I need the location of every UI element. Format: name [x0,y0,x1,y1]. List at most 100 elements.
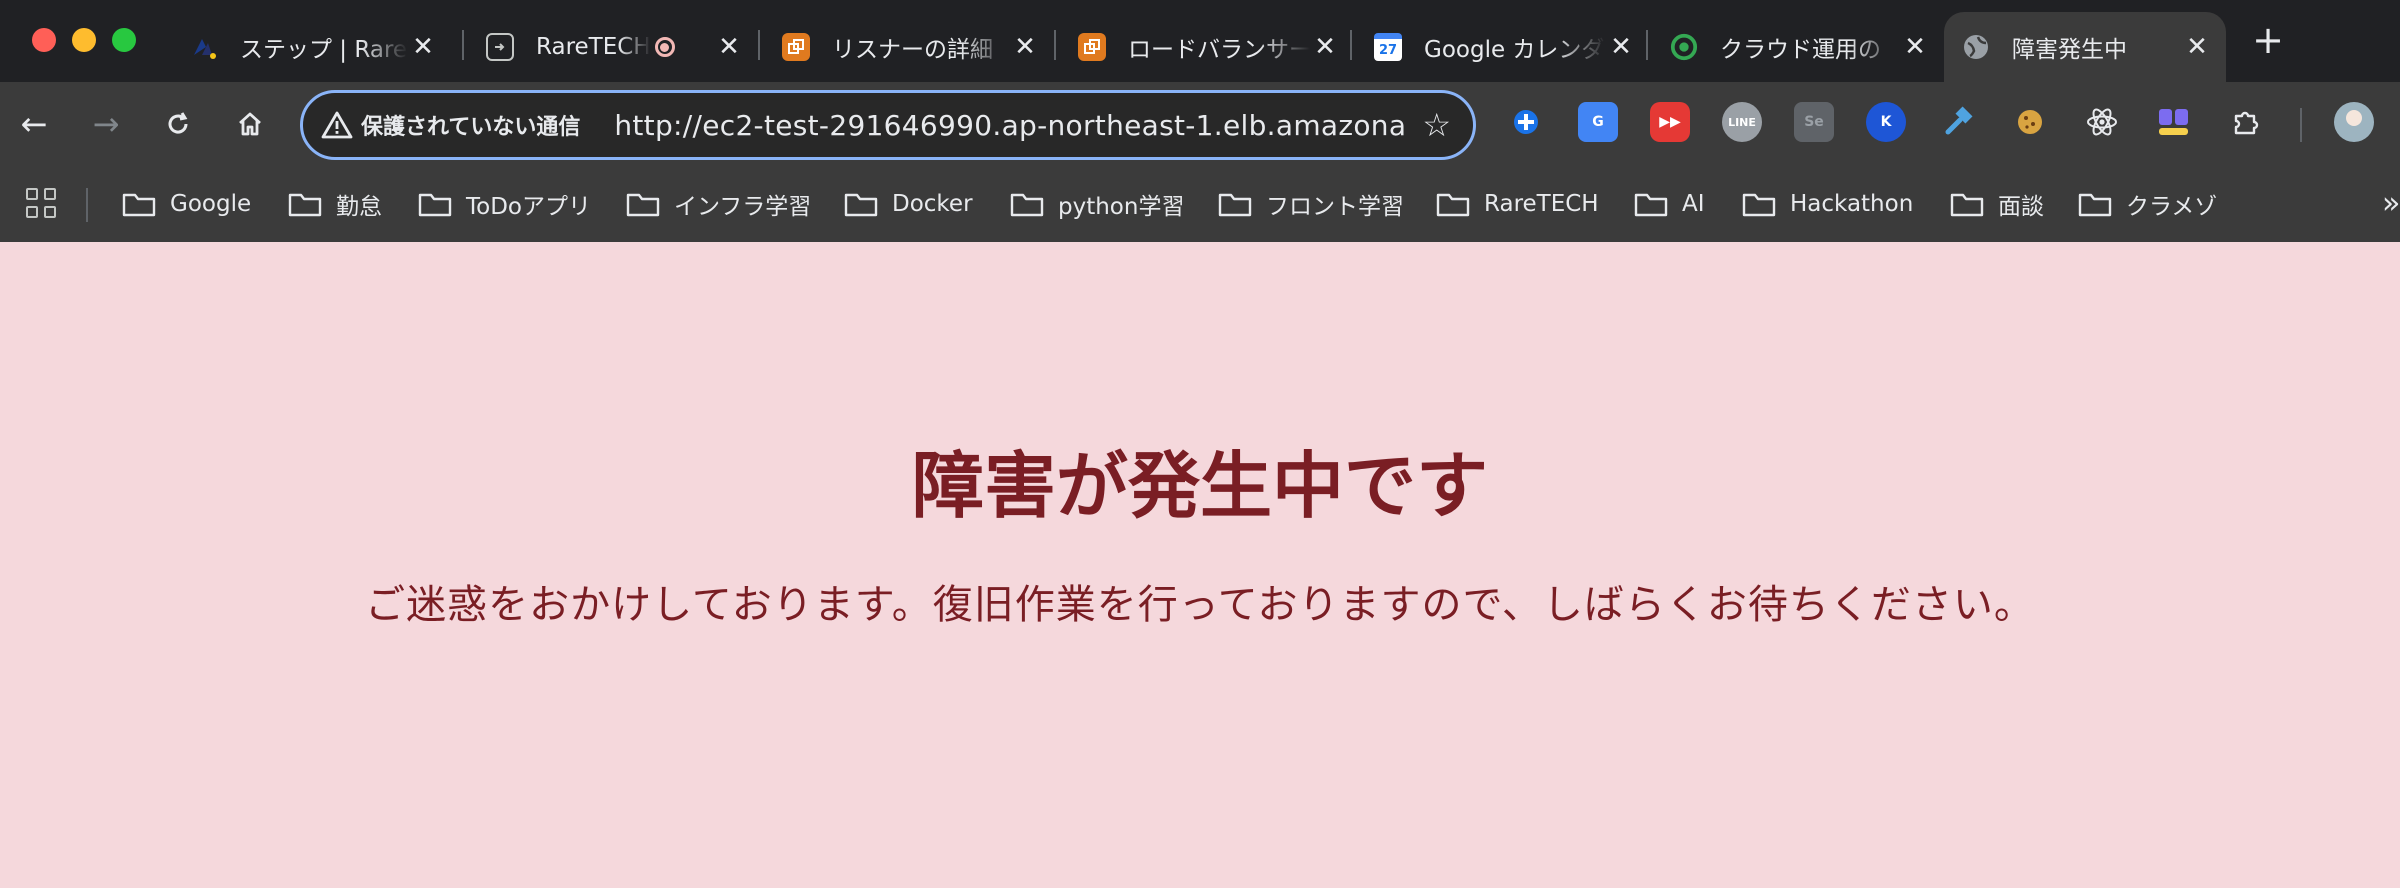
bookmark-label: RareTECH [1484,191,1599,217]
tab-raretech-steps[interactable]: ステップ | RareTECH ✕ [172,12,452,82]
back-button[interactable]: ← [12,102,56,146]
aws-ec2-icon [782,33,810,61]
bookmark-folder[interactable]: Hackathon [1742,184,1913,224]
bookmark-star-icon[interactable]: ☆ [1422,106,1451,144]
bookmark-folder[interactable]: ToDoアプリ [418,184,591,224]
tab-separator [462,30,464,60]
raretech-logo-icon [190,33,218,61]
tab-title: ステップ | RareTECH [240,37,408,63]
reload-button[interactable] [156,102,200,146]
bookmarks-overflow-chevron-icon[interactable]: » [2382,186,2400,221]
folder-icon [1950,193,1984,217]
tab-strip: ステップ | RareTECH ✕ RareTECH ✕ リスナーの詳細 ✕ [0,0,2400,82]
tab-title: RareTECH [536,34,651,60]
url-text[interactable]: http://ec2-test-291646990.ap-northeast-1… [614,109,1404,142]
bookmark-label: ToDoアプリ [466,194,591,220]
tab-close-icon[interactable]: ✕ [1010,32,1040,62]
recording-indicator-icon [654,37,675,57]
bookmark-label: クラメゾ [2126,194,2218,220]
tab-cloud-operations[interactable]: クラウド運用の ✕ [1652,12,1944,82]
tab-close-icon[interactable]: ✕ [2182,32,2212,62]
extensions-puzzle-icon[interactable] [2226,102,2266,142]
bookmark-label: 勤怠 [336,194,382,220]
page-content: 障害が発生中です ご迷惑をおかけしております。復旧作業を行っておりますので、しば… [0,242,2400,888]
home-button[interactable] [228,102,272,146]
screen-share-icon [486,33,514,61]
bookmark-label: Hackathon [1790,191,1914,217]
bookmark-folder[interactable]: インフラ学習 [626,184,811,224]
profiles-icon[interactable] [2154,102,2194,142]
bookmark-label: Docker [892,191,973,217]
security-status-label[interactable]: 保護されていない通信 [361,109,580,141]
tab-close-icon[interactable]: ✕ [408,32,438,62]
home-icon [239,112,261,136]
selenium-icon[interactable]: Se [1794,102,1834,142]
folder-icon [1634,193,1668,217]
cookie-icon[interactable] [2010,102,2050,142]
tab-title: リスナーの詳細 [832,37,993,63]
bookmark-label: Google [170,191,252,217]
profile-avatar[interactable] [2334,102,2374,142]
bookmark-folder[interactable]: RareTECH [1436,184,1599,224]
folder-icon [1010,193,1044,217]
puzzle-blue-icon[interactable] [1506,102,1546,142]
apps-grid-icon[interactable] [26,188,56,218]
tab-close-icon[interactable]: ✕ [1310,32,1340,62]
globe-icon [1962,33,1990,61]
bookmark-folder[interactable]: Docker [844,184,973,224]
forward-button[interactable]: → [84,102,128,146]
tab-load-balancer[interactable]: ロードバランサー ✕ [1060,12,1354,82]
bookmark-folder[interactable]: クラメゾ [2078,184,2217,224]
tab-google-calendar[interactable]: 27 Google カレンダー ✕ [1356,12,1650,82]
bookmark-label: AI [1682,191,1705,217]
toolbar: ← → 保護されていない通信 http://ec2-test-291646990… [0,82,2400,170]
new-tab-button[interactable]: + [2250,20,2286,60]
tab-separator [1646,30,1648,60]
tab-listener-details[interactable]: リスナーの詳細 ✕ [764,12,1054,82]
google-translate-icon[interactable]: G [1578,102,1618,142]
tab-separator [1350,30,1352,60]
window-minimize-button[interactable] [72,28,96,52]
react-icon[interactable] [2082,102,2122,142]
green-swirl-icon [1670,33,1698,61]
bookmark-label: 面談 [1998,194,2044,220]
line-icon[interactable]: LINE [1722,102,1762,142]
kde-icon[interactable]: K [1866,102,1906,142]
folder-icon [626,193,660,217]
reload-icon [168,112,188,134]
tab-title: クラウド運用の [1720,37,1881,63]
folder-icon [1218,193,1252,217]
window-maximize-button[interactable] [112,28,136,52]
bookmark-folder[interactable]: 面談 [1950,184,2044,224]
tab-close-icon[interactable]: ✕ [1606,32,1636,62]
tab-separator [1054,30,1056,60]
bookmarks-separator [86,188,88,222]
bookmark-folder[interactable]: 勤怠 [288,184,382,224]
google-calendar-icon: 27 [1374,33,1402,61]
tab-close-icon[interactable]: ✕ [1900,32,1930,62]
bookmark-label: インフラ学習 [674,194,812,220]
folder-icon [844,193,878,217]
bookmark-folder[interactable]: AI [1634,184,1705,224]
browser-chrome: ステップ | RareTECH ✕ RareTECH ✕ リスナーの詳細 ✕ [0,0,2400,242]
bookmark-label: フロント学習 [1266,194,1404,220]
window-close-button[interactable] [32,28,56,52]
youtube-icon[interactable]: ▶▶ [1650,102,1690,142]
bookmark-label: python学習 [1058,194,1185,220]
bookmark-folder[interactable]: フロント学習 [1218,184,1404,224]
tab-outage-active[interactable]: 障害発生中 ✕ [1944,12,2226,82]
address-bar[interactable]: 保護されていない通信 http://ec2-test-291646990.ap-… [300,90,1476,160]
folder-icon [2078,193,2112,217]
tab-raretech-sharing[interactable]: RareTECH ✕ [468,12,758,82]
bookmark-folder[interactable]: Google [122,184,251,224]
folder-icon [288,193,322,217]
bookmarks-bar: Google 勤怠 ToDoアプリ インフラ学習 Docker python学習 フロント学… [0,170,2400,242]
toolbar-separator [2300,108,2302,142]
tab-separator [758,30,760,60]
hammer-icon[interactable] [1938,102,1978,142]
folder-icon [122,193,156,217]
tab-title: ロードバランサー [1128,37,1310,63]
bookmark-folder[interactable]: python学習 [1010,184,1184,224]
tab-close-icon[interactable]: ✕ [714,32,744,62]
aws-ec2-icon [1078,33,1106,61]
